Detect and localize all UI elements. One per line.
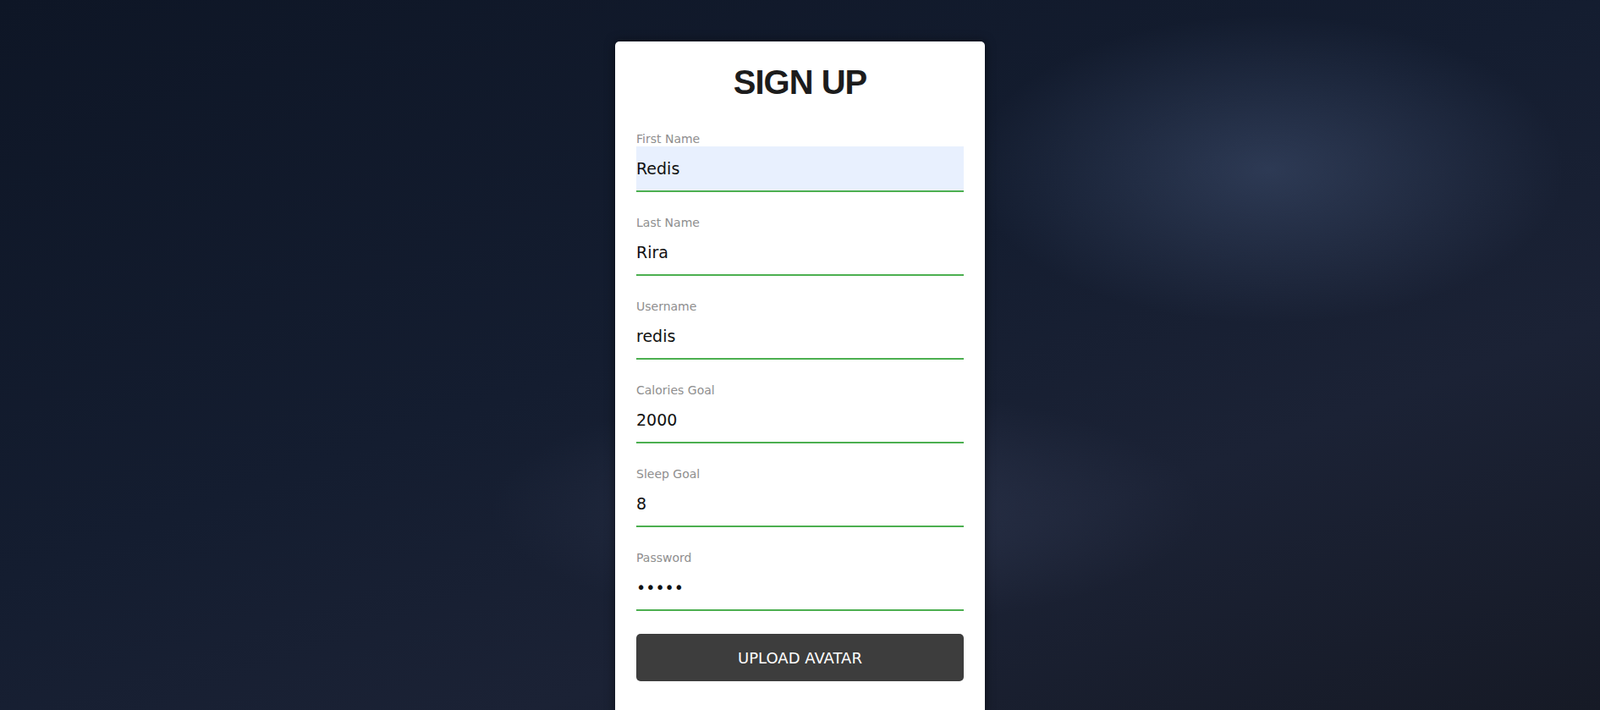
text-input[interactable]: Redis [636, 146, 964, 193]
form-field: Sleep Goal8 [636, 466, 964, 528]
form-field: Password••••• [636, 549, 964, 611]
background-photo: SIGN UP First NameRedis Last NameRira Usern… [0, 0, 1600, 710]
form-field: Usernameredis [636, 298, 964, 360]
text-input[interactable]: redis [636, 313, 964, 360]
text-input[interactable]: Rira [636, 230, 964, 276]
form-field: Last NameRira [636, 214, 964, 276]
text-input[interactable]: 2000 [636, 397, 964, 444]
field-label: Calories Goal [636, 382, 964, 398]
text-input[interactable]: 8 [636, 481, 964, 528]
form-field: Calories Goal2000 [636, 382, 964, 444]
field-label: Password [636, 549, 964, 566]
field-label: First Name [636, 131, 964, 147]
field-label: Last Name [636, 214, 964, 231]
signup-title: SIGN UP [636, 60, 964, 105]
text-input[interactable]: ••••• [636, 565, 964, 611]
signup-card: SIGN UP First NameRedis Last NameRira Usern… [615, 41, 985, 710]
field-label: Sleep Goal [636, 466, 964, 482]
field-label: Username [636, 298, 964, 314]
upload-avatar-button[interactable]: UPLOAD AVATAR [636, 633, 964, 682]
form-field: First NameRedis [636, 131, 964, 193]
